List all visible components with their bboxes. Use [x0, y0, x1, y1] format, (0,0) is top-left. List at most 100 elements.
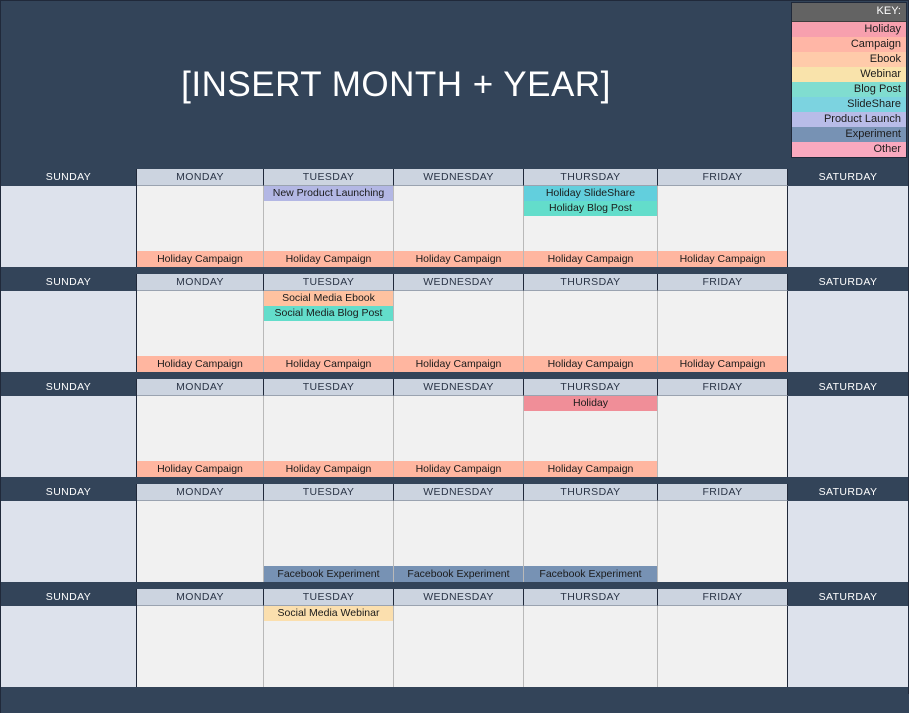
day-cell-tuesday-week3[interactable]: Holiday Campaign: [264, 396, 394, 477]
event-product_launch[interactable]: New Product Launching: [264, 186, 393, 201]
day-cells-row: Social Media Webinar: [1, 606, 909, 687]
event-campaign[interactable]: Holiday Campaign: [264, 356, 393, 372]
day-cell-friday-week5[interactable]: [658, 606, 788, 687]
day-cell-saturday-week5[interactable]: [788, 606, 909, 687]
day-header-thursday: THURSDAY: [524, 484, 658, 501]
key-item-slideshare: SlideShare: [792, 97, 906, 112]
event-ebook[interactable]: Social Media Ebook: [264, 291, 393, 306]
day-cell-sunday-week3[interactable]: [1, 396, 137, 477]
event-campaign[interactable]: Holiday Campaign: [524, 251, 657, 267]
key-item-webinar: Webinar: [792, 67, 906, 82]
day-header-monday: MONDAY: [137, 274, 264, 291]
day-cell-monday-week3[interactable]: Holiday Campaign: [137, 396, 264, 477]
day-cell-saturday-week4[interactable]: [788, 501, 909, 582]
event-campaign[interactable]: Holiday Campaign: [524, 461, 657, 477]
day-cell-saturday-week2[interactable]: [788, 291, 909, 372]
day-header-friday: FRIDAY: [658, 169, 788, 186]
calendar-week-3: SUNDAY MONDAY TUESDAY WEDNESDAY THURSDAY FRID…: [1, 379, 909, 477]
day-header-friday: FRIDAY: [658, 589, 788, 606]
day-header-friday: FRIDAY: [658, 274, 788, 291]
day-header-saturday: SATURDAY: [788, 589, 909, 606]
day-header-row: SUNDAY MONDAY TUESDAY WEDNESDAY THURSDAY FRID…: [1, 484, 909, 501]
event-campaign[interactable]: Holiday Campaign: [394, 461, 523, 477]
day-header-thursday: THURSDAY: [524, 169, 658, 186]
day-cell-saturday-week3[interactable]: [788, 396, 909, 477]
day-header-tuesday: TUESDAY: [264, 379, 394, 396]
key-item-campaign: Campaign: [792, 37, 906, 52]
day-cell-tuesday-week5[interactable]: Social Media Webinar: [264, 606, 394, 687]
day-cell-wednesday-week5[interactable]: [394, 606, 524, 687]
day-cell-monday-week2[interactable]: Holiday Campaign: [137, 291, 264, 372]
key-item-experiment: Experiment: [792, 127, 906, 142]
day-cell-thursday-week5[interactable]: [524, 606, 658, 687]
day-cell-friday-week3[interactable]: [658, 396, 788, 477]
day-header-tuesday: TUESDAY: [264, 589, 394, 606]
day-cell-tuesday-week1[interactable]: New Product Launching Holiday Campaign: [264, 186, 394, 267]
day-header-saturday: SATURDAY: [788, 379, 909, 396]
day-cells-row: Facebook Experiment Facebook Experiment Fa…: [1, 501, 909, 582]
day-cell-friday-week4[interactable]: [658, 501, 788, 582]
event-campaign[interactable]: Holiday Campaign: [658, 356, 787, 372]
event-blog_post[interactable]: Holiday Blog Post: [524, 201, 657, 216]
day-cell-wednesday-week1[interactable]: Holiday Campaign: [394, 186, 524, 267]
event-campaign[interactable]: Holiday Campaign: [264, 251, 393, 267]
day-header-wednesday: WEDNESDAY: [394, 589, 524, 606]
event-experiment[interactable]: Facebook Experiment: [264, 566, 393, 582]
calendar-week-2: SUNDAY MONDAY TUESDAY WEDNESDAY THURSDAY FRID…: [1, 274, 909, 372]
key-item-ebook: Ebook: [792, 52, 906, 67]
day-cell-friday-week1[interactable]: Holiday Campaign: [658, 186, 788, 267]
day-header-sunday: SUNDAY: [1, 379, 137, 396]
event-campaign[interactable]: Holiday Campaign: [658, 251, 787, 267]
day-header-wednesday: WEDNESDAY: [394, 274, 524, 291]
day-header-sunday: SUNDAY: [1, 589, 137, 606]
event-holiday[interactable]: Holiday: [524, 396, 657, 411]
event-campaign[interactable]: Holiday Campaign: [524, 356, 657, 372]
day-cells-row: Holiday Campaign New Product Launching Hol…: [1, 186, 909, 267]
event-campaign[interactable]: Holiday Campaign: [137, 251, 263, 267]
day-header-saturday: SATURDAY: [788, 484, 909, 501]
day-header-row: SUNDAY MONDAY TUESDAY WEDNESDAY THURSDAY FRID…: [1, 589, 909, 606]
day-header-thursday: THURSDAY: [524, 589, 658, 606]
day-header-row: SUNDAY MONDAY TUESDAY WEDNESDAY THURSDAY FRID…: [1, 379, 909, 396]
day-header-row: SUNDAY MONDAY TUESDAY WEDNESDAY THURSDAY FRID…: [1, 169, 909, 186]
day-cell-tuesday-week2[interactable]: Social Media Ebook Social Media Blog Post…: [264, 291, 394, 372]
event-campaign[interactable]: Holiday Campaign: [394, 251, 523, 267]
day-header-saturday: SATURDAY: [788, 169, 909, 186]
day-cell-wednesday-week4[interactable]: Facebook Experiment: [394, 501, 524, 582]
day-header-row: SUNDAY MONDAY TUESDAY WEDNESDAY THURSDAY FRID…: [1, 274, 909, 291]
title-banner: [INSERT MONTH + YEAR]: [1, 1, 791, 169]
day-cell-monday-week5[interactable]: [137, 606, 264, 687]
day-cell-wednesday-week3[interactable]: Holiday Campaign: [394, 396, 524, 477]
day-cell-wednesday-week2[interactable]: Holiday Campaign: [394, 291, 524, 372]
day-header-sunday: SUNDAY: [1, 274, 137, 291]
event-blog_post[interactable]: Social Media Blog Post: [264, 306, 393, 321]
day-header-tuesday: TUESDAY: [264, 169, 394, 186]
key-item-blog-post: Blog Post: [792, 82, 906, 97]
day-cell-sunday-week1[interactable]: [1, 186, 137, 267]
day-cell-thursday-week1[interactable]: Holiday SlideShare Holiday Blog Post Holid…: [524, 186, 658, 267]
day-cell-thursday-week2[interactable]: Holiday Campaign: [524, 291, 658, 372]
day-cell-monday-week4[interactable]: [137, 501, 264, 582]
key-item-other: Other: [792, 142, 906, 157]
event-campaign[interactable]: Holiday Campaign: [137, 461, 263, 477]
day-cell-friday-week2[interactable]: Holiday Campaign: [658, 291, 788, 372]
day-cell-thursday-week3[interactable]: Holiday Holiday Campaign: [524, 396, 658, 477]
day-header-monday: MONDAY: [137, 169, 264, 186]
event-slideshare[interactable]: Holiday SlideShare: [524, 186, 657, 201]
day-cell-sunday-week2[interactable]: [1, 291, 137, 372]
day-cell-saturday-week1[interactable]: [788, 186, 909, 267]
day-cell-tuesday-week4[interactable]: Facebook Experiment: [264, 501, 394, 582]
day-cell-sunday-week5[interactable]: [1, 606, 137, 687]
calendar-grid: SUNDAY MONDAY TUESDAY WEDNESDAY THURSDAY FRID…: [1, 169, 909, 713]
event-campaign[interactable]: Holiday Campaign: [394, 356, 523, 372]
event-campaign[interactable]: Holiday Campaign: [264, 461, 393, 477]
day-header-monday: MONDAY: [137, 379, 264, 396]
event-experiment[interactable]: Facebook Experiment: [394, 566, 523, 582]
day-header-wednesday: WEDNESDAY: [394, 484, 524, 501]
day-cell-monday-week1[interactable]: Holiday Campaign: [137, 186, 264, 267]
day-cell-thursday-week4[interactable]: Facebook Experiment: [524, 501, 658, 582]
day-cell-sunday-week4[interactable]: [1, 501, 137, 582]
event-campaign[interactable]: Holiday Campaign: [137, 356, 263, 372]
event-experiment[interactable]: Facebook Experiment: [524, 566, 657, 582]
event-webinar[interactable]: Social Media Webinar: [264, 606, 393, 621]
